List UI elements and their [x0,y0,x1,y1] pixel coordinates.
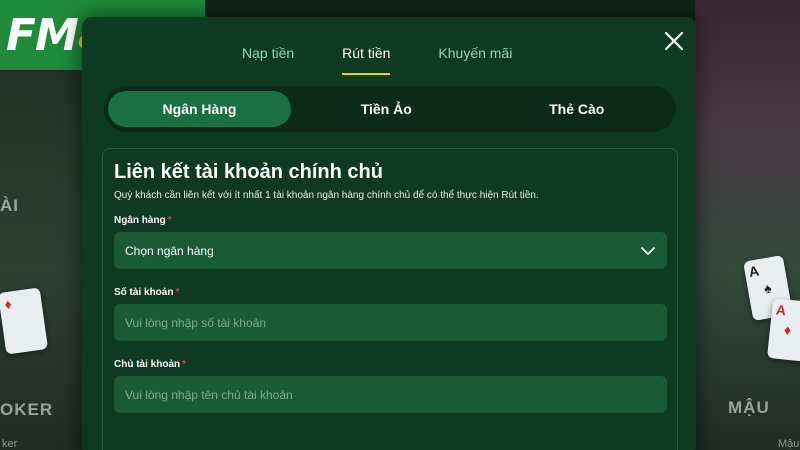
modal-top-tabs: Nạp tiền Rút tiền Khuyến mãi [242,39,560,75]
bank-label-text: Ngân hàng [114,215,166,226]
tab-promotions[interactable]: Khuyến mãi [438,39,512,75]
bank-link-form: Liên kết tài khoản chính chủ Quý khách c… [102,148,678,450]
account-holder-label: Chủ tài khoản * [114,359,666,370]
tab-bank[interactable]: Ngân Hàng [108,91,291,127]
account-number-label-text: Số tài khoản [114,287,174,298]
account-holder-label-text: Chủ tài khoản [114,359,181,370]
withdraw-modal: Nạp tiền Rút tiền Khuyến mãi Ngân Hàng T… [82,17,696,450]
background-game-title-right: MẬU [728,398,770,417]
bank-select-value: Chọn ngân hàng [125,243,214,258]
background-card-left: ♦ [0,287,49,355]
form-title: Liên kết tài khoản chính chủ [114,161,383,183]
chevron-down-icon [641,246,655,255]
tab-deposit[interactable]: Nạp tiền [242,39,294,75]
bank-label: Ngân hàng * [114,215,666,226]
account-number-input[interactable] [125,315,656,330]
background-right-panel [695,0,800,450]
background-game-label-left: ÀI [0,196,19,215]
close-button[interactable] [660,27,688,55]
tab-scratch-card[interactable]: Thẻ Cào [482,91,673,127]
background-card-right-2: A ♦ [766,298,800,362]
required-mark: * [167,215,172,226]
required-mark: * [175,287,180,298]
close-icon [664,31,684,51]
background-game-caption-right: Mậu [778,438,800,450]
account-holder-input[interactable] [125,387,656,402]
account-number-field-wrapper [114,304,667,341]
tab-crypto[interactable]: Tiền Ảo [291,91,482,127]
account-number-label: Số tài khoản * [114,287,666,298]
bank-select[interactable]: Chọn ngân hàng [114,232,667,269]
background-game-title-left: OKER [0,400,54,419]
account-holder-field-wrapper [114,376,667,413]
withdraw-method-tabs: Ngân Hàng Tiền Ảo Thẻ Cào [104,86,676,132]
tab-withdraw[interactable]: Rút tiền [342,39,391,75]
logo-text-fm: FM [6,9,79,61]
background-game-caption-left: ker [2,438,18,450]
form-description: Quý khách cần liên kết với ít nhất 1 tài… [114,190,539,201]
required-mark: * [182,359,187,370]
